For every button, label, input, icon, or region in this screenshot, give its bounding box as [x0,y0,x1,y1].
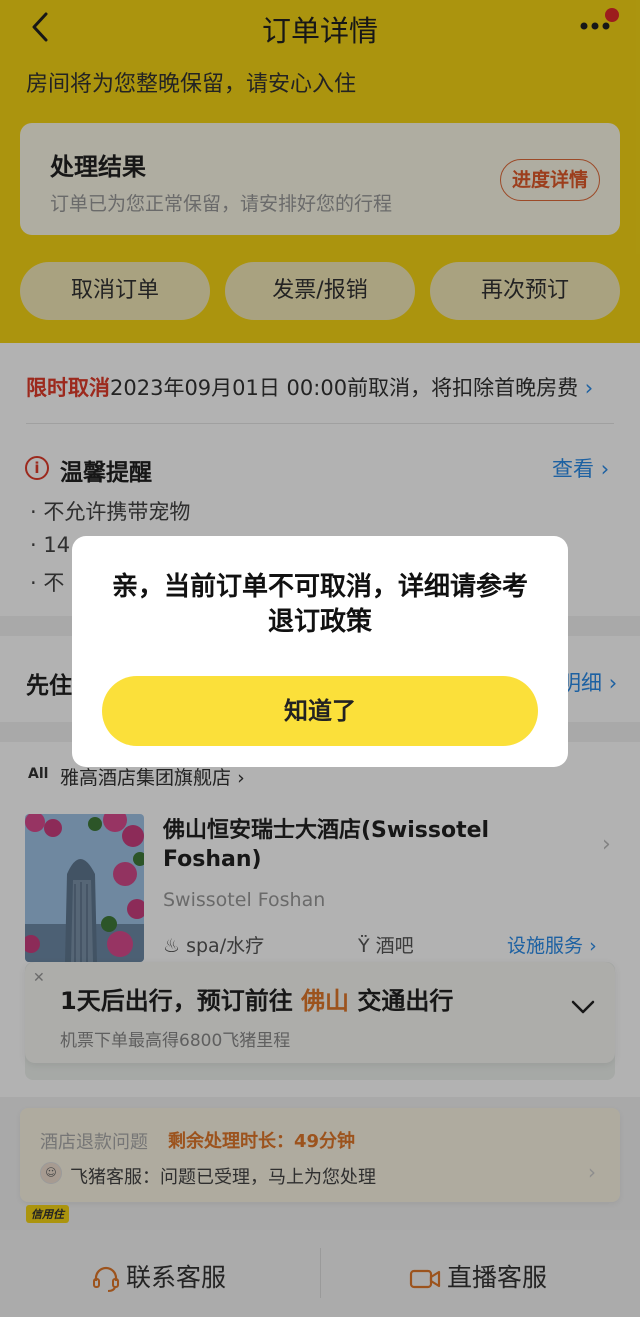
alert-message: 亲，当前订单不可取消，详细请参考退订政策 [111,572,528,637]
alert-dialog: 亲，当前订单不可取消，详细请参考退订政策 知道了 [72,536,568,767]
confirm-button[interactable]: 知道了 [102,676,538,746]
